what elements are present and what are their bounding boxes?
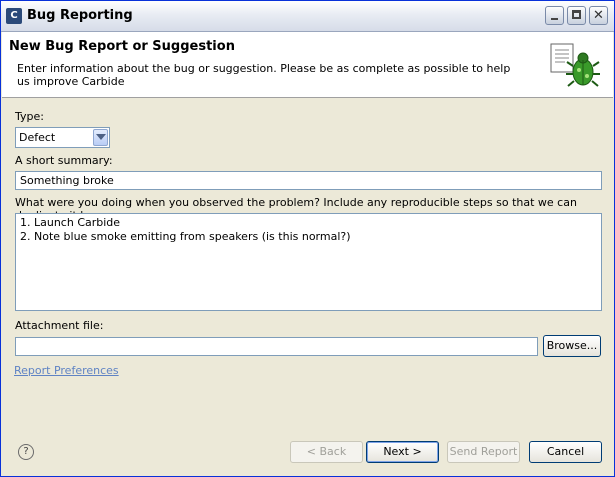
close-button[interactable]: ✕ [589,6,608,25]
report-preferences-link[interactable]: Report Preferences [14,364,119,377]
bug-reporting-window: C Bug Reporting ✕ New Bug Report or Sugg… [0,0,615,477]
help-icon[interactable]: ? [18,444,34,460]
steps-line: 2. Note blue smoke emitting from speaker… [20,230,351,243]
browse-button[interactable]: Browse... [543,335,601,357]
steps-textarea[interactable]: 1. Launch Carbide 2. Note blue smoke emi… [15,213,602,311]
chevron-down-icon [96,134,106,140]
window-title: Bug Reporting [27,8,133,23]
maximize-button[interactable] [567,6,586,25]
page-title: New Bug Report or Suggestion [9,39,235,54]
attachment-file-input[interactable] [15,337,538,356]
minimize-button[interactable] [545,6,564,25]
type-select-value: Defect [19,131,56,144]
wizard-header: New Bug Report or Suggestion Enter infor… [2,32,613,98]
carbide-app-icon: C [6,8,22,24]
type-select[interactable]: Defect [15,127,110,148]
close-icon: ✕ [593,8,604,23]
type-dropdown-button[interactable] [93,129,108,146]
attachment-label: Attachment file: [15,319,104,332]
page-description: Enter information about the bug or sugge… [17,62,511,88]
type-label: Type: [15,110,44,123]
next-button[interactable]: Next > [366,441,439,463]
summary-label: A short summary: [15,154,113,167]
maximize-icon [572,10,581,19]
back-button[interactable]: < Back [290,441,363,463]
summary-input[interactable]: Something broke [15,171,602,190]
cancel-button[interactable]: Cancel [529,441,602,463]
title-bar[interactable]: C Bug Reporting ✕ [1,1,614,32]
send-report-button[interactable]: Send Report [447,441,520,463]
minimize-icon [551,18,558,20]
bug-report-icon [550,43,600,87]
steps-line: 1. Launch Carbide [20,216,121,229]
